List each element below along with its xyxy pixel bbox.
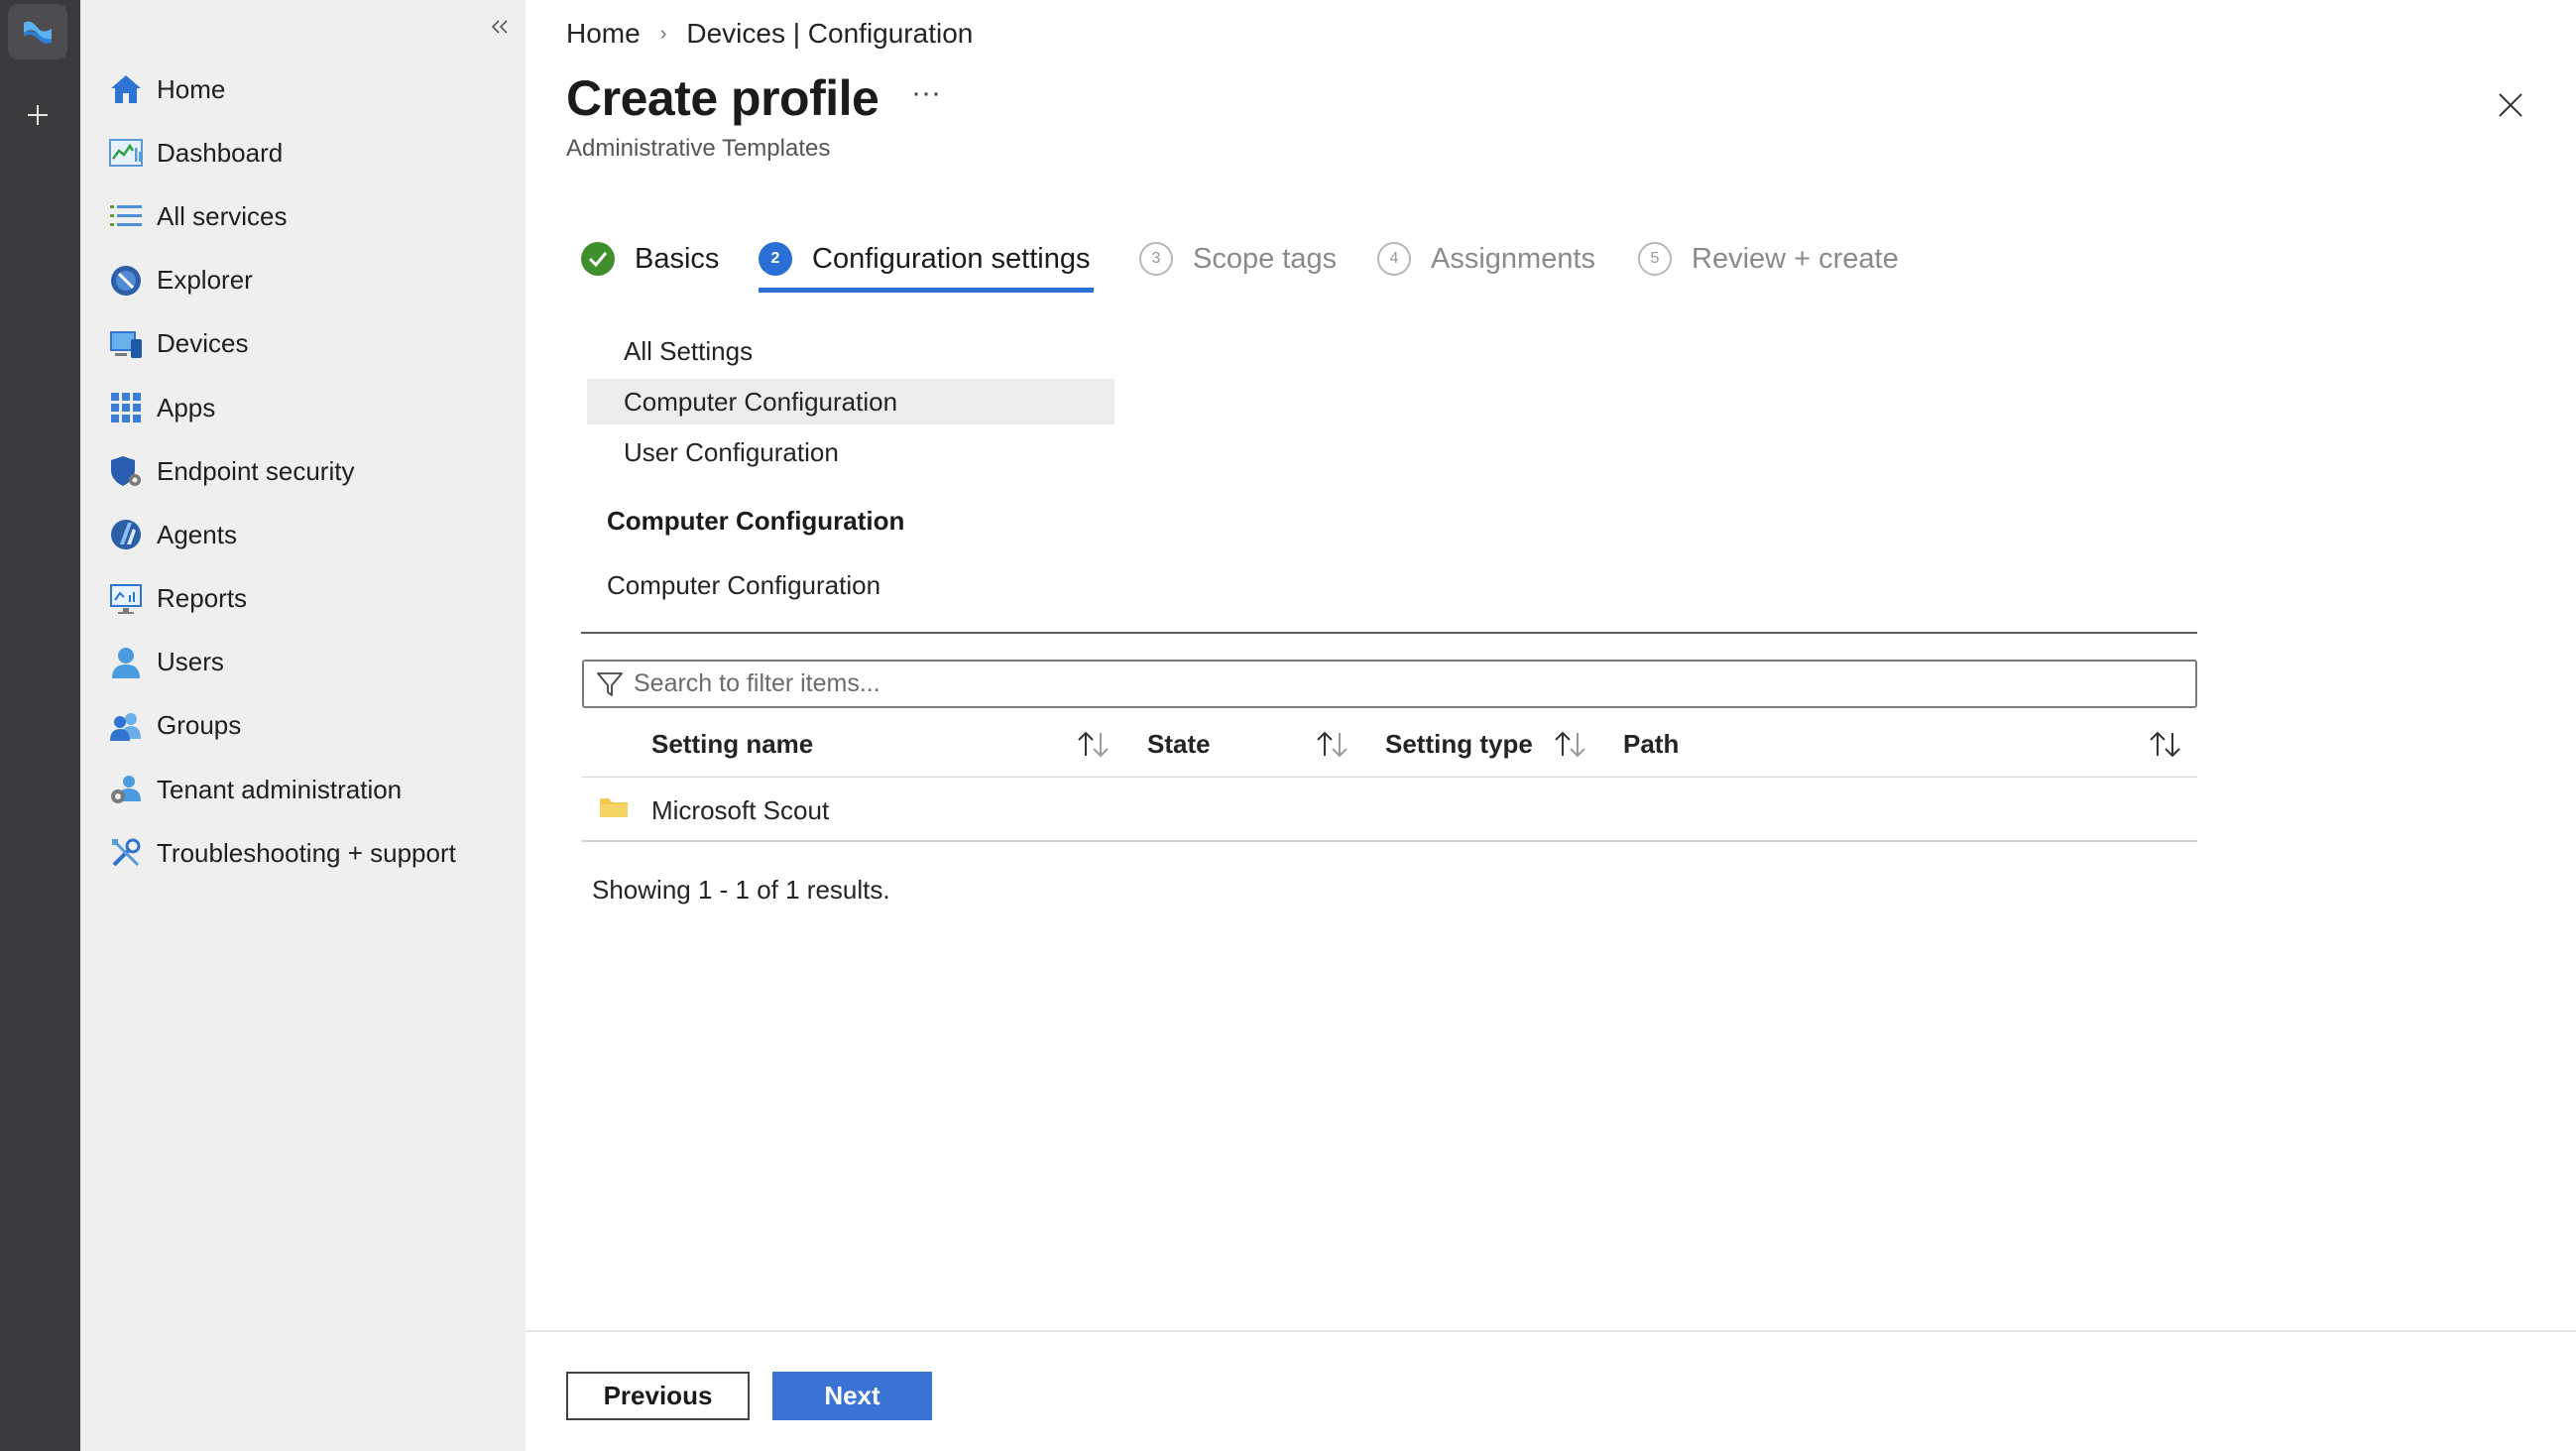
wizard-step-review-create[interactable]: 5 Review + create — [1638, 236, 1899, 282]
folder-icon — [599, 795, 629, 824]
sort-arrows-icon[interactable] — [1553, 726, 1588, 762]
intune-logo-icon[interactable] — [8, 4, 67, 60]
sort-arrows-icon[interactable] — [2148, 726, 2183, 762]
search-box — [582, 660, 2197, 708]
wrench-icon — [108, 835, 144, 871]
sidebar-item-apps[interactable]: Apps — [80, 376, 526, 439]
previous-button[interactable]: Previous — [566, 1372, 750, 1420]
wizard-step-label: Assignments — [1431, 242, 1596, 275]
sidebar-item-agents[interactable]: Agents — [80, 503, 526, 566]
section-heading: Computer Configuration — [607, 506, 905, 536]
wizard-step-label: Basics — [635, 242, 720, 275]
page-subtitle: Administrative Templates — [566, 135, 831, 162]
sidebar-item-label: Groups — [157, 710, 242, 741]
shield-gear-icon — [108, 453, 144, 489]
sidebar-item-groups[interactable]: Groups — [80, 694, 526, 758]
wizard-step-label: Review + create — [1692, 242, 1899, 275]
navigation-sidebar: Home Dashboard All services Explorer Dev… — [80, 0, 526, 1451]
list-icon — [108, 198, 144, 234]
devices-icon — [108, 326, 144, 362]
home-icon — [108, 71, 144, 107]
column-header-setting-name[interactable]: Setting name — [651, 726, 813, 762]
setting-name-cell[interactable]: Microsoft Scout — [651, 795, 829, 826]
wizard-step-configuration-settings[interactable]: 2 Configuration settings — [759, 236, 1091, 282]
sort-arrows-icon[interactable] — [1076, 726, 1112, 762]
breadcrumb: Home › Devices | Configuration — [566, 18, 973, 50]
search-input[interactable] — [632, 668, 2195, 699]
tree-item-all-settings[interactable]: All Settings — [587, 328, 1114, 374]
dashboard-icon — [108, 135, 144, 171]
sidebar-item-label: Tenant administration — [157, 774, 403, 804]
app-rail — [0, 0, 80, 1451]
sidebar-item-label: Reports — [157, 583, 248, 614]
sidebar-item-reports[interactable]: Reports — [80, 567, 526, 631]
explorer-icon — [108, 263, 144, 299]
footer-divider — [526, 1330, 2576, 1332]
page-title: Create profile — [566, 70, 879, 126]
sidebar-item-label: Users — [157, 647, 224, 677]
breadcrumb-devices-configuration[interactable]: Devices | Configuration — [686, 18, 973, 50]
breadcrumb-home[interactable]: Home — [566, 18, 641, 50]
double-chevron-left-icon[interactable] — [485, 12, 515, 42]
agents-icon — [108, 517, 144, 552]
tree-item-computer-configuration[interactable]: Computer Configuration — [587, 379, 1114, 424]
filter-icon — [592, 670, 628, 698]
step-number: 5 — [1638, 242, 1672, 276]
groups-icon — [108, 708, 144, 744]
sidebar-item-label: Explorer — [157, 265, 253, 296]
sidebar-item-label: Endpoint security — [157, 455, 355, 486]
next-button[interactable]: Next — [772, 1372, 932, 1420]
reports-icon — [108, 581, 144, 617]
wizard-step-basics[interactable]: Basics — [581, 236, 719, 282]
wizard-step-scope-tags[interactable]: 3 Scope tags — [1139, 236, 1337, 282]
sidebar-item-label: All services — [157, 200, 288, 231]
tenant-admin-icon — [108, 772, 144, 807]
plus-icon[interactable] — [18, 95, 58, 135]
tree-item-user-configuration[interactable]: User Configuration — [587, 429, 1114, 475]
table-header-divider — [582, 777, 2197, 778]
sidebar-item-explorer[interactable]: Explorer — [80, 249, 526, 312]
column-header-state[interactable]: State — [1147, 726, 1211, 762]
sidebar-item-all-services[interactable]: All services — [80, 184, 526, 248]
wizard-step-label: Configuration settings — [812, 242, 1091, 275]
more-options-button[interactable]: ··· — [906, 78, 946, 113]
sidebar-item-troubleshooting[interactable]: Troubleshooting + support — [80, 821, 526, 885]
checkmark-icon — [581, 242, 615, 276]
divider — [581, 632, 2197, 634]
column-header-setting-type[interactable]: Setting type — [1385, 726, 1533, 762]
section-breadcrumb[interactable]: Computer Configuration — [607, 570, 880, 601]
step-number: 4 — [1377, 242, 1411, 276]
column-header-path[interactable]: Path — [1623, 726, 1679, 762]
step-number: 3 — [1139, 242, 1173, 276]
results-summary: Showing 1 - 1 of 1 results. — [592, 875, 890, 905]
sidebar-item-label: Apps — [157, 392, 216, 423]
sidebar-item-label: Troubleshooting + support — [157, 837, 456, 868]
chevron-right-icon: › — [659, 22, 667, 45]
sidebar-item-home[interactable]: Home — [80, 58, 526, 121]
sidebar-item-label: Agents — [157, 519, 237, 549]
sidebar-item-dashboard[interactable]: Dashboard — [80, 121, 526, 184]
active-step-indicator — [759, 288, 1094, 293]
sidebar-item-devices[interactable]: Devices — [80, 312, 526, 376]
sidebar-item-users[interactable]: Users — [80, 631, 526, 694]
sidebar-item-tenant-administration[interactable]: Tenant administration — [80, 758, 526, 821]
sort-arrows-icon[interactable] — [1315, 726, 1350, 762]
apps-grid-icon — [108, 390, 144, 425]
sidebar-item-label: Dashboard — [157, 137, 284, 168]
sidebar-item-label: Home — [157, 73, 226, 104]
wizard-step-assignments[interactable]: 4 Assignments — [1377, 236, 1595, 282]
table-row-divider — [582, 840, 2197, 842]
user-icon — [108, 645, 144, 680]
sidebar-item-endpoint-security[interactable]: Endpoint security — [80, 439, 526, 503]
close-icon[interactable] — [2491, 85, 2530, 125]
step-number: 2 — [759, 242, 792, 276]
sidebar-item-label: Devices — [157, 328, 249, 359]
main-pane: Home › Devices | Configuration Create pr… — [526, 0, 2576, 1451]
wizard-step-label: Scope tags — [1193, 242, 1338, 275]
